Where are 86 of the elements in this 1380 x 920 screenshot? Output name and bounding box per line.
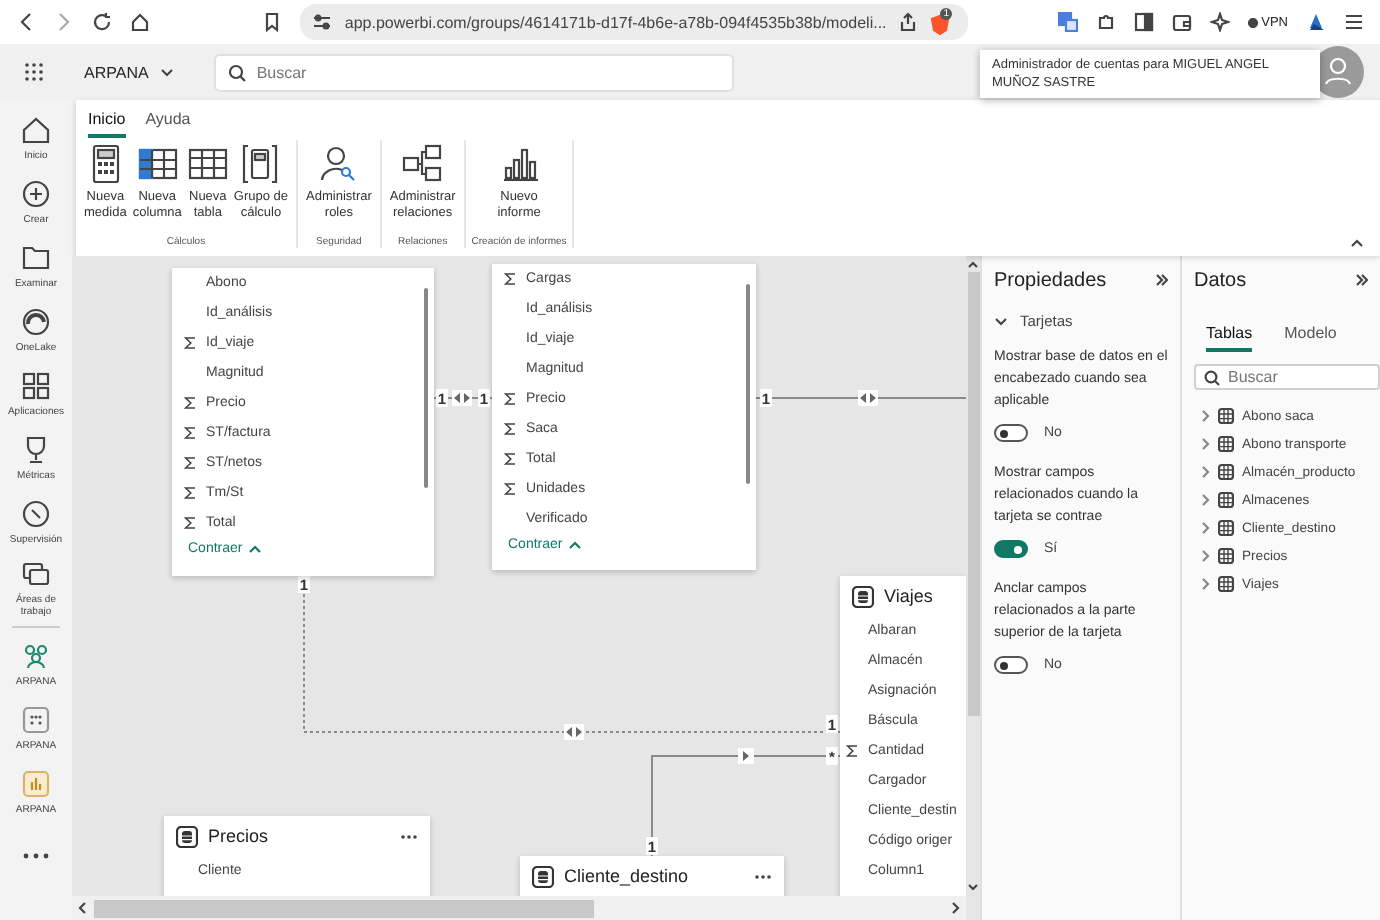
chevron-right-icon bbox=[1202, 522, 1210, 534]
scrollbar[interactable] bbox=[746, 284, 750, 484]
table-card[interactable]: Cliente_destino bbox=[520, 856, 784, 896]
pane-title: Datos bbox=[1194, 269, 1247, 291]
table-icon bbox=[176, 825, 198, 847]
table-icon bbox=[1218, 464, 1234, 480]
chevron-up-icon bbox=[248, 544, 263, 554]
apps-icon bbox=[20, 370, 52, 402]
search-field[interactable]: Buscar bbox=[256, 55, 721, 89]
pane-tab[interactable]: Modelo bbox=[1284, 320, 1337, 352]
relationship-icon bbox=[402, 144, 443, 184]
chevron-right-icon bbox=[1202, 494, 1210, 506]
shield-icon[interactable] bbox=[930, 14, 951, 36]
search-box[interactable]: Buscar bbox=[214, 53, 735, 91]
puzzle-icon[interactable] bbox=[1095, 12, 1116, 32]
folder-icon bbox=[20, 242, 52, 274]
chevron-up-icon[interactable] bbox=[968, 260, 978, 268]
expand-pane-icon[interactable] bbox=[1156, 274, 1168, 286]
more-icon[interactable] bbox=[754, 873, 772, 879]
table-title: Precios bbox=[208, 826, 269, 846]
chevron-right-icon bbox=[1202, 410, 1210, 422]
table-icon bbox=[532, 865, 554, 887]
workspaces-icon bbox=[20, 558, 52, 590]
crossfilter-both-icon bbox=[564, 724, 584, 740]
monitor-icon bbox=[20, 498, 52, 530]
toggle-switch[interactable] bbox=[994, 424, 1028, 442]
back-icon[interactable] bbox=[16, 12, 36, 32]
pane-title: Propiedades bbox=[994, 269, 1107, 291]
chevron-right-icon bbox=[1202, 438, 1210, 450]
ribbon-tab[interactable]: Ayuda bbox=[145, 106, 191, 138]
crossfilter-both-icon bbox=[452, 390, 472, 406]
url-text: app.powerbi.com/groups/4614171b-d17f-4b6e-a78b-094f4535b38b/modeli... bbox=[344, 13, 887, 31]
home-icon bbox=[20, 114, 52, 146]
translate-icon[interactable] bbox=[1057, 12, 1078, 32]
chevron-down-icon bbox=[160, 67, 175, 77]
table-icon bbox=[1218, 408, 1234, 424]
bookmark-icon[interactable] bbox=[262, 12, 283, 32]
search-icon bbox=[228, 63, 247, 81]
home-icon[interactable] bbox=[130, 12, 150, 32]
sidebar-icon[interactable] bbox=[1133, 12, 1154, 32]
more-icon[interactable] bbox=[400, 833, 418, 839]
chevron-down-icon[interactable] bbox=[968, 884, 978, 892]
crossfilter-both-icon bbox=[858, 390, 878, 406]
chevron-right-icon bbox=[1202, 550, 1210, 562]
chevron-right-icon bbox=[1202, 466, 1210, 478]
share-icon[interactable] bbox=[898, 12, 919, 32]
scrollbar-thumb[interactable] bbox=[94, 899, 594, 917]
pane-tab[interactable]: Tablas bbox=[1206, 320, 1253, 352]
bar-chart-icon bbox=[499, 144, 540, 184]
people-icon bbox=[20, 640, 52, 672]
toggle-switch[interactable] bbox=[994, 656, 1028, 674]
ribbon-tab[interactable]: Inicio bbox=[88, 106, 126, 138]
menu-icon[interactable] bbox=[1344, 12, 1364, 32]
table-icon bbox=[187, 144, 228, 184]
app-icon[interactable] bbox=[1306, 12, 1326, 32]
search-field[interactable]: Buscar bbox=[1228, 366, 1370, 388]
reload-icon[interactable] bbox=[92, 12, 112, 32]
collapse-ribbon-icon[interactable] bbox=[1350, 238, 1364, 248]
table-icon bbox=[1218, 520, 1234, 536]
chevron-right-icon bbox=[1202, 578, 1210, 590]
scrollbar[interactable] bbox=[424, 288, 428, 488]
app-launcher-icon[interactable] bbox=[24, 62, 44, 82]
table-icon bbox=[1218, 548, 1234, 564]
site-settings-icon[interactable] bbox=[312, 12, 333, 32]
report-icon bbox=[20, 768, 52, 800]
chevron-left-icon[interactable] bbox=[78, 902, 86, 914]
plus-icon bbox=[20, 178, 52, 210]
chevron-up-icon bbox=[568, 540, 583, 550]
column-table-icon bbox=[137, 144, 178, 184]
search-icon bbox=[1204, 369, 1220, 385]
table-title: Cliente_destino bbox=[564, 866, 689, 886]
chevron-right-icon[interactable] bbox=[952, 902, 960, 914]
workspace-dropdown[interactable]: ARPANA bbox=[84, 63, 175, 81]
table-icon bbox=[1218, 576, 1234, 592]
table-icon bbox=[1218, 436, 1234, 452]
wallet-icon[interactable] bbox=[1171, 12, 1192, 32]
table-icon bbox=[1218, 492, 1234, 508]
table-icon bbox=[852, 585, 874, 607]
toggle-switch[interactable] bbox=[994, 540, 1028, 558]
scrollbar-thumb[interactable] bbox=[967, 272, 979, 716]
search-box[interactable]: Buscar bbox=[1194, 364, 1380, 390]
calculation-group-icon bbox=[240, 144, 281, 184]
crossfilter-single-icon bbox=[738, 748, 754, 764]
sparkle-icon[interactable] bbox=[1209, 12, 1230, 32]
table-title: Viajes bbox=[884, 586, 933, 606]
expand-pane-icon[interactable] bbox=[1356, 274, 1368, 286]
